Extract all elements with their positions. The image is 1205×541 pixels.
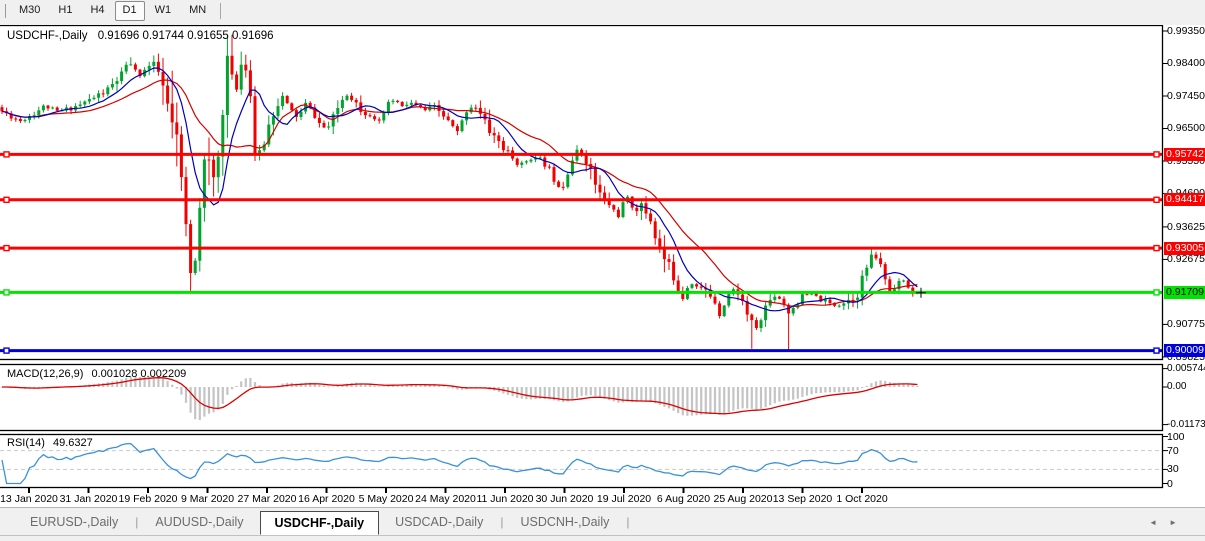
- price-axis-tick-label: 0.97450: [1167, 90, 1205, 102]
- date-axis-label: 25 Aug 2020: [714, 493, 773, 505]
- date-axis-label: 27 Mar 2020: [238, 493, 297, 505]
- date-axis-label: 19 Jul 2020: [597, 493, 651, 505]
- toolbar-clipped-button-edge: [0, 4, 6, 18]
- tab-scroll-controls: ◄ ►: [1149, 508, 1177, 536]
- tabs-scroll-right-button[interactable]: ►: [1169, 518, 1177, 527]
- date-axis-label: 24 May 2020: [415, 493, 476, 505]
- price-level-label: 0.95742: [1164, 148, 1205, 161]
- macd-current-values: 0.001028 0.002209: [91, 368, 186, 380]
- toolbar-separator: [220, 3, 221, 19]
- timeframe-button-w1[interactable]: W1: [147, 1, 180, 21]
- timeframe-button-m30[interactable]: M30: [11, 1, 48, 21]
- date-axis[interactable]: 13 Jan 202031 Jan 202019 Feb 20209 Mar 2…: [0, 489, 1163, 507]
- macd-name-label: MACD(12,26,9): [7, 368, 83, 380]
- tab-separator: |: [625, 515, 630, 529]
- price-level-label: 0.93005: [1164, 242, 1205, 255]
- chart-tab-bar: EURUSD-,Daily | AUDUSD-,DailyUSDCHF-,Daily…: [0, 507, 1205, 536]
- price-level-label: 0.94417: [1164, 193, 1205, 206]
- macd-axis-tick-label: 0.005744: [1167, 363, 1205, 375]
- rsi-axis-tick-label: 30: [1167, 463, 1179, 475]
- price-axis-tick-label: 0.96500: [1167, 122, 1205, 134]
- rsi-axis-tick-label: 70: [1167, 445, 1179, 457]
- date-axis-label: 30 Jun 2020: [536, 493, 594, 505]
- date-axis-label: 13 Sep 2020: [773, 493, 833, 505]
- price-axis-tick-label: 0.93625: [1167, 221, 1205, 233]
- rsi-name-label: RSI(14): [7, 437, 45, 449]
- price-level-label: 0.91709: [1164, 286, 1205, 299]
- tabs-scroll-left-button[interactable]: ◄: [1149, 518, 1157, 527]
- date-axis-label: 11 Jun 2020: [476, 493, 533, 505]
- macd-axis-tick-label: 0.00: [1167, 381, 1186, 393]
- timeframe-toolbar: M30H1H4D1W1MN: [0, 0, 1205, 22]
- timeframe-button-h1[interactable]: H1: [50, 1, 80, 21]
- price-chart-canvas[interactable]: [0, 25, 1205, 507]
- chart-title: USDCHF-,Daily 0.91696 0.91744 0.91655 0.…: [7, 30, 274, 42]
- chart-symbol-label: USDCHF-,Daily: [7, 30, 88, 42]
- tab-usdcnh-daily[interactable]: USDCNH-,Daily: [504, 511, 625, 533]
- chart-area[interactable]: USDCHF-,Daily 0.91696 0.91744 0.91655 0.…: [0, 25, 1205, 507]
- price-axis-tick-label: 0.99350: [1167, 25, 1205, 37]
- macd-axis-tick-label: -0.011738: [1167, 419, 1205, 431]
- chart-ohlc-values: 0.91696 0.91744 0.91655 0.91696: [98, 30, 274, 42]
- rsi-axis-tick-label: 0: [1167, 478, 1173, 490]
- rsi-current-value: 49.6327: [53, 437, 93, 449]
- date-axis-label: 9 Mar 2020: [181, 493, 234, 505]
- macd-indicator-title: MACD(12,26,9) 0.001028 0.002209: [7, 368, 186, 380]
- price-axis-tick-label: 0.92675: [1167, 253, 1205, 265]
- date-axis-label: 13 Jan 2020: [0, 493, 58, 505]
- price-axis-tick-label: 0.90775: [1167, 318, 1205, 330]
- rsi-indicator-title: RSI(14) 49.6327: [7, 437, 93, 449]
- timeframe-button-d1[interactable]: D1: [115, 1, 145, 21]
- date-axis-label: 1 Oct 2020: [836, 493, 887, 505]
- date-axis-label: 31 Jan 2020: [60, 493, 118, 505]
- price-level-label: 0.90009: [1164, 344, 1205, 357]
- timeframe-button-h4[interactable]: H4: [82, 1, 112, 21]
- date-axis-label: 6 Aug 2020: [657, 493, 710, 505]
- timeframe-buttons: M30H1H4D1W1MN: [10, 1, 215, 21]
- timeframe-button-mn[interactable]: MN: [181, 1, 214, 21]
- status-strip: [0, 535, 1205, 541]
- chart-tabs: EURUSD-,Daily | AUDUSD-,DailyUSDCHF-,Daily…: [14, 508, 630, 536]
- price-axis[interactable]: 0.993500.984000.974500.965000.955500.946…: [1163, 25, 1205, 488]
- rsi-axis-tick-label: 100: [1167, 431, 1185, 443]
- tab-usdcad-daily[interactable]: USDCAD-,Daily: [379, 511, 499, 533]
- date-axis-label: 16 Apr 2020: [298, 493, 355, 505]
- date-axis-label: 19 Feb 2020: [119, 493, 178, 505]
- tab-usdchf-daily[interactable]: USDCHF-,Daily: [260, 511, 380, 535]
- price-axis-tick-label: 0.98400: [1167, 57, 1205, 69]
- tab-audusd-daily[interactable]: AUDUSD-,Daily: [139, 511, 259, 533]
- date-axis-label: 5 May 2020: [359, 493, 414, 505]
- tab-eurusd-daily[interactable]: EURUSD-,Daily: [14, 511, 134, 533]
